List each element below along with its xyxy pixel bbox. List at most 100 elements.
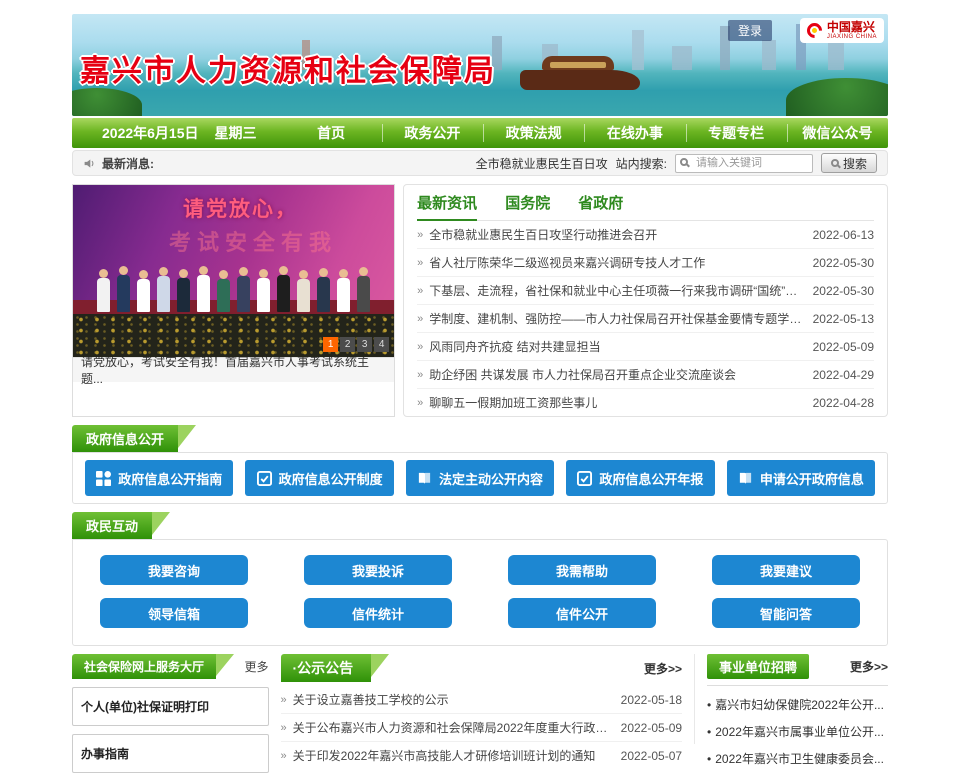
doc-check-icon — [577, 471, 592, 486]
tab-provincial-gov[interactable]: 省政府 — [578, 185, 623, 220]
nav-item-wechat[interactable]: 微信公众号 — [787, 118, 888, 148]
gov-info-annual-report-button[interactable]: 政府信息公开年报 — [566, 460, 714, 496]
mail-disclosure-button[interactable]: 信件公开 — [508, 598, 656, 628]
gov-info-guide-button[interactable]: 政府信息公开指南 — [85, 460, 233, 496]
double-arrow-icon: » — [281, 694, 287, 706]
photo-banner-text-1: 请党放心， — [183, 193, 298, 223]
bullet-icon: • — [707, 752, 711, 766]
speaker-icon — [83, 157, 96, 170]
leader-mailbox-button[interactable]: 领导信箱 — [100, 598, 248, 628]
search-icon — [680, 158, 688, 166]
interaction-section-title: 政民互动 — [72, 512, 152, 539]
recruitment-more-link[interactable]: 更多>> — [850, 658, 888, 675]
double-arrow-icon: » — [281, 750, 287, 762]
news-panel: 最新资讯 国务院 省政府 » 全市稳就业惠民生百日攻坚行动推进会召开 2022-… — [403, 184, 888, 417]
carousel-photo[interactable]: 请党放心， 考试安全有我 1 2 3 4 — [73, 185, 394, 357]
bullet-icon: • — [707, 698, 711, 712]
hot-topic-link[interactable]: 全市稳就业惠民生百日攻 — [476, 155, 608, 172]
social-security-more-link[interactable]: 更多 — [245, 658, 269, 675]
news-item[interactable]: » 助企纾困 共谋发展 市人力社保局召开重点企业交流座谈会 2022-04-29 — [417, 361, 874, 389]
mail-statistics-button[interactable]: 信件统计 — [304, 598, 452, 628]
recruitment-title: 事业单位招聘 — [707, 654, 809, 679]
nav-date: 2022年6月15日 星期三 — [72, 118, 281, 148]
site-search-input[interactable] — [675, 154, 813, 173]
social-security-hall-title: 社会保险网上服务大厅 — [72, 654, 216, 679]
double-arrow-icon: » — [281, 722, 287, 734]
nav-item-policies[interactable]: 政策法规 — [483, 118, 584, 148]
login-button[interactable]: 登录 — [728, 20, 772, 41]
consult-button[interactable]: 我要咨询 — [100, 555, 248, 585]
header-banner: 嘉兴市人力资源和社会保障局 登录 中国嘉兴 JIAXING CHINA — [72, 14, 888, 116]
announcement-item[interactable]: » 关于公布嘉兴市人力资源和社会保障局2022年度重大行政决策事... 2022… — [281, 714, 683, 742]
smart-qa-button[interactable]: 智能问答 — [712, 598, 860, 628]
banner-boat — [520, 70, 640, 90]
announcement-item[interactable]: » 关于印发2022年嘉兴市高技能人才研修培训班计划的通知 2022-05-07 — [281, 742, 683, 769]
announcements-section: ·公示公告 更多>> » 关于设立嘉善技工学校的公示 2022-05-18 » … — [281, 654, 696, 744]
gov-info-section-title: 政府信息公开 — [72, 425, 178, 452]
pager-dot-4[interactable]: 4 — [374, 337, 389, 352]
recruitment-item[interactable]: •2022年嘉兴市卫生健康委员会... — [707, 740, 888, 767]
main-nav: 2022年6月15日 星期三 首页 政务公开 政策法规 在线办事 专题专栏 微信… — [72, 118, 888, 148]
photo-banner-text-2: 考试安全有我 — [169, 225, 337, 257]
nav-item-special-topics[interactable]: 专题专栏 — [686, 118, 787, 148]
page: 嘉兴市人力资源和社会保障局 登录 中国嘉兴 JIAXING CHINA 2022… — [72, 0, 888, 744]
bullet-icon: • — [707, 725, 711, 739]
search-button[interactable]: 搜索 — [821, 153, 877, 173]
logo-text-en: JIAXING CHINA — [827, 34, 877, 40]
pager-dot-1[interactable]: 1 — [323, 337, 338, 352]
logo-text-cn: 中国嘉兴 — [827, 21, 877, 34]
grid-icon — [96, 471, 111, 486]
news-ticker-bar: 最新消息: 全市稳就业惠民生百日攻 站内搜索: 搜索 — [72, 150, 888, 176]
jiaxing-logo-icon — [804, 20, 825, 41]
gov-info-section: 政府信息公开 政府信息公开指南 政府信息公开制度 法定主动公开内容 政府信息公开… — [72, 425, 888, 504]
news-tabs: 最新资讯 国务院 省政府 — [417, 185, 874, 221]
tab-state-council[interactable]: 国务院 — [505, 185, 550, 220]
tab-latest-news[interactable]: 最新资讯 — [417, 185, 477, 220]
gov-info-legal-disclosure-button[interactable]: 法定主动公开内容 — [406, 460, 554, 496]
recruitment-item[interactable]: •嘉兴市妇幼保健院2022年公开... — [707, 686, 888, 713]
double-arrow-icon: » — [417, 369, 423, 381]
doc-check-icon — [257, 471, 272, 486]
need-help-button[interactable]: 我需帮助 — [508, 555, 656, 585]
news-item[interactable]: » 下基层、走流程，省社保和就业中心主任项薇一行来我市调研“国统”上线情况 20… — [417, 277, 874, 305]
interaction-section: 政民互动 我要咨询 我要投诉 我需帮助 我要建议 领导信箱 信件统计 信件公开 … — [72, 512, 888, 646]
gov-info-system-button[interactable]: 政府信息公开制度 — [245, 460, 393, 496]
ss-service-guide-item[interactable]: 办事指南 — [72, 734, 269, 773]
announcement-item[interactable]: » 关于设立嘉善技工学校的公示 2022-05-18 — [281, 686, 683, 714]
photo-people — [73, 275, 394, 312]
announcements-more-link[interactable]: 更多>> — [644, 660, 682, 677]
search-button-icon — [831, 159, 839, 167]
complaint-button[interactable]: 我要投诉 — [304, 555, 452, 585]
pager-dot-3[interactable]: 3 — [357, 337, 372, 352]
banner-bush-left — [72, 88, 142, 116]
double-arrow-icon: » — [417, 257, 423, 269]
banner-bush-right — [786, 78, 888, 116]
nav-item-gov-affairs[interactable]: 政务公开 — [382, 118, 483, 148]
news-item[interactable]: » 省人社厅陈荣华二级巡视员来嘉兴调研专技人才工作 2022-05-30 — [417, 249, 874, 277]
news-item[interactable]: » 全市稳就业惠民生百日攻坚行动推进会召开 2022-06-13 — [417, 221, 874, 249]
gov-info-request-button[interactable]: 申请公开政府信息 — [727, 460, 875, 496]
news-item[interactable]: » 风雨同舟齐抗疫 结对共建显担当 2022-05-09 — [417, 333, 874, 361]
suggestion-button[interactable]: 我要建议 — [712, 555, 860, 585]
book-icon — [417, 471, 432, 486]
double-arrow-icon: » — [417, 313, 423, 325]
nav-item-home[interactable]: 首页 — [281, 118, 382, 148]
book-icon — [738, 471, 753, 486]
recruitment-item[interactable]: •2022年嘉兴市属事业单位公开... — [707, 713, 888, 740]
social-security-hall-section: 社会保险网上服务大厅 更多 个人(单位)社保证明打印 办事指南 — [72, 654, 269, 744]
current-weekday: 星期三 — [215, 123, 257, 143]
double-arrow-icon: » — [417, 285, 423, 297]
double-arrow-icon: » — [417, 397, 423, 409]
nav-item-online-services[interactable]: 在线办事 — [584, 118, 685, 148]
search-button-label: 搜索 — [843, 155, 867, 172]
double-arrow-icon: » — [417, 229, 423, 241]
photo-carousel: 请党放心， 考试安全有我 1 2 3 4 请党放心，考试安全有我！首届嘉兴市人事… — [72, 184, 395, 417]
carousel-caption[interactable]: 请党放心，考试安全有我！首届嘉兴市人事考试系统主题... — [73, 357, 394, 382]
jiaxing-logo: 中国嘉兴 JIAXING CHINA — [800, 18, 884, 43]
news-item[interactable]: » 学制度、建机制、强防控——市人力社保局召开社保基金要情专题学习会 2022-… — [417, 305, 874, 333]
news-item[interactable]: » 聊聊五一假期加班工资那些事儿 2022-04-28 — [417, 389, 874, 416]
ss-cert-print-item[interactable]: 个人(单位)社保证明打印 — [72, 687, 269, 726]
carousel-pager: 1 2 3 4 — [323, 337, 389, 352]
site-search-label: 站内搜索: — [616, 155, 667, 172]
pager-dot-2[interactable]: 2 — [340, 337, 355, 352]
